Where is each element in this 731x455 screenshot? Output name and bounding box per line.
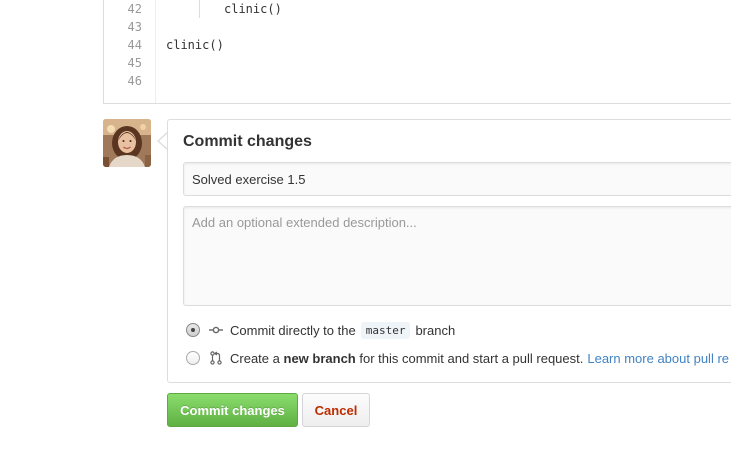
code-text[interactable]: clinic() xyxy=(166,36,224,54)
new-branch-radio[interactable] xyxy=(186,351,200,365)
git-pull-request-icon xyxy=(210,351,222,365)
code-line: 42 clinic() xyxy=(104,0,731,18)
avatar-photo xyxy=(103,119,151,167)
user-avatar[interactable] xyxy=(103,119,151,167)
code-line: 46 xyxy=(104,72,731,90)
learn-more-pull-requests-link[interactable]: Learn more about pull re xyxy=(587,351,729,366)
line-number: 44 xyxy=(127,38,142,52)
line-number: 46 xyxy=(127,74,142,88)
line-number: 45 xyxy=(127,56,142,70)
code-editor: 42 clinic() 43 44 clinic() 45 46 xyxy=(103,0,731,104)
branch-name-badge: master xyxy=(360,321,411,339)
new-branch-option[interactable]: Create a new branch for this commit and … xyxy=(186,348,729,368)
git-commit-icon xyxy=(209,326,223,334)
code-line: 44 clinic() xyxy=(104,36,731,54)
commit-direct-prefix: Commit directly to the xyxy=(230,322,356,338)
commit-changes-button[interactable]: Commit changes xyxy=(167,393,298,427)
new-branch-prefix: Create a xyxy=(230,350,280,366)
code-line: 43 xyxy=(104,18,731,36)
line-number: 42 xyxy=(127,2,142,16)
new-branch-bold-text: new branch xyxy=(283,350,356,366)
commit-title: Commit changes xyxy=(183,133,312,150)
commit-description-input[interactable] xyxy=(183,206,731,306)
new-branch-suffix: for this commit and start a pull request… xyxy=(359,350,584,366)
code-text[interactable]: clinic() xyxy=(224,0,282,18)
commit-direct-radio[interactable] xyxy=(186,323,200,337)
commit-summary-input[interactable] xyxy=(183,162,731,196)
indent-guide xyxy=(199,0,200,18)
code-line: 45 xyxy=(104,54,731,72)
line-number: 43 xyxy=(127,20,142,34)
cancel-button[interactable]: Cancel xyxy=(302,393,370,427)
commit-form-panel: Commit changes Commit directly to the ma… xyxy=(167,119,731,383)
commit-direct-option[interactable]: Commit directly to the master branch xyxy=(186,320,455,340)
commit-direct-suffix: branch xyxy=(415,322,456,338)
